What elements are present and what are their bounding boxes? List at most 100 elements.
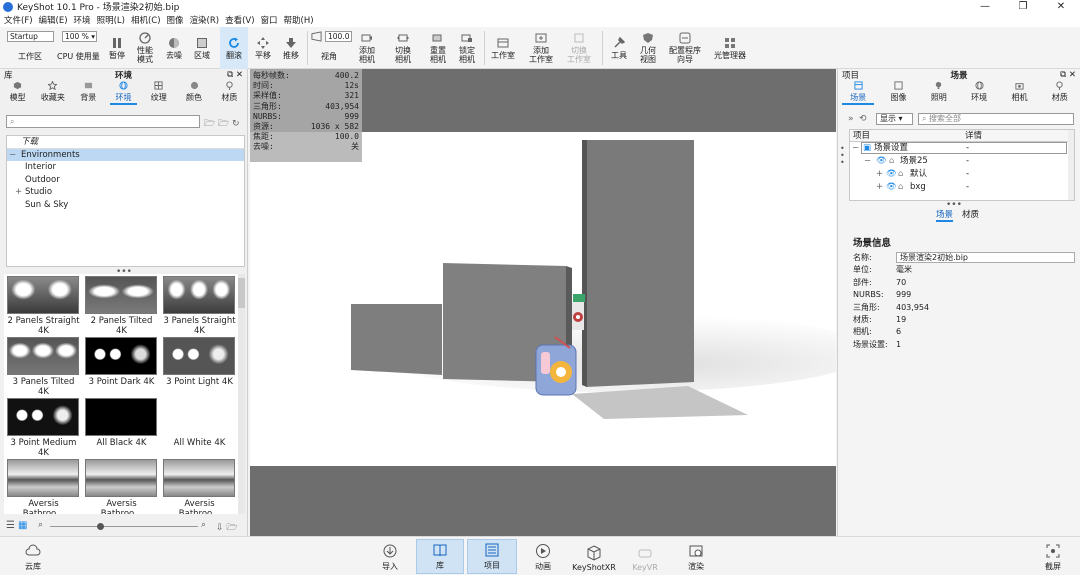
keyshotxr-button[interactable]: KeyShotXR	[572, 539, 616, 574]
switch-camera-button[interactable]: 切换 相机	[385, 27, 421, 69]
menu-image[interactable]: 图像	[167, 14, 184, 26]
menu-edit[interactable]: 编辑(E)	[39, 14, 68, 26]
thumb-aversis-bathroom-3[interactable]: Aversis Bathroo...	[163, 459, 236, 514]
menu-help[interactable]: 帮助(H)	[284, 14, 314, 26]
geometry-view-button[interactable]: 几何 视图	[635, 27, 661, 69]
maximize-button[interactable]: ❐	[1004, 0, 1042, 13]
minimize-button[interactable]: —	[966, 0, 1004, 13]
tree-outdoor[interactable]: Outdoor	[7, 174, 244, 187]
pan-button[interactable]: 平移	[250, 27, 276, 69]
add-studio-button[interactable]: 添加 工作室	[525, 27, 557, 69]
thumb-3-panels-straight[interactable]: 3 Panels Straight 4K	[163, 276, 236, 336]
tab-camera[interactable]: 相机	[999, 81, 1039, 105]
thumb-aversis-bathroom-1[interactable]: Aversis Bathroo...	[7, 459, 80, 514]
scene-tree-scrollbar[interactable]	[1068, 130, 1074, 200]
menu-render[interactable]: 渲染(R)	[190, 14, 220, 26]
menu-view[interactable]: 查看(V)	[225, 14, 254, 26]
menu-window[interactable]: 窗口	[261, 14, 278, 26]
tree-item-bxg[interactable]: + 👁 ⌂ bxg -	[850, 181, 1074, 194]
tree-studio[interactable]: + Studio	[7, 186, 244, 199]
close-button[interactable]: ✕	[1042, 0, 1080, 13]
tab-colors[interactable]: 颜色	[176, 81, 211, 105]
lock-camera-button[interactable]: 锁定 相机	[454, 27, 480, 69]
cpu-usage-select[interactable]: 100 % ▾	[62, 31, 97, 42]
tree-downloads[interactable]: 下载	[7, 136, 244, 149]
tree-item-default[interactable]: + 👁 ⌂ 默认 -	[850, 168, 1074, 181]
menu-environment[interactable]: 环境	[74, 14, 91, 26]
folder-actions-icon[interactable]: 🗁 🗁 ↻	[204, 116, 240, 132]
thumbnail-scrollbar[interactable]	[238, 274, 245, 514]
add-camera-button[interactable]: 添加 相机	[354, 27, 380, 69]
menu-camera[interactable]: 相机(C)	[131, 14, 161, 26]
render-viewport[interactable]: 每秒帧数: 400.2 时间: 12s 采样值: 321 三角形: 403,954 NU…	[250, 69, 836, 536]
thumb-3-point-light[interactable]: 3 Point Light 4K	[163, 337, 236, 387]
thumb-aversis-bathroom-2[interactable]: Aversis Bathroo...	[85, 459, 158, 514]
scene-tree-tools-icon[interactable]: ⟲	[859, 114, 867, 124]
download-icon[interactable]: ⇩ 🗁	[216, 520, 238, 536]
tools-button[interactable]: 工具	[607, 27, 631, 69]
cloud-library-button[interactable]: 云库	[18, 539, 48, 574]
performance-mode-button[interactable]: 性能 模式	[132, 27, 158, 69]
render-canvas[interactable]	[250, 132, 836, 466]
grid-view-icon[interactable]: ▦	[18, 520, 27, 531]
tab-material[interactable]: 材质	[1040, 81, 1080, 105]
tab-lighting[interactable]: 照明	[919, 81, 959, 105]
zoom-out-icon[interactable]: ⌕	[38, 520, 43, 530]
tab-environment[interactable]: 环境	[959, 81, 999, 105]
subtab-material[interactable]: 材质	[962, 208, 979, 220]
tree-item-scene25[interactable]: − 👁 ⌂ 场景25 -	[850, 155, 1074, 168]
zoom-in-icon[interactable]: ⌕	[201, 520, 206, 530]
tree-sun-sky[interactable]: Sun & Sky	[7, 199, 244, 212]
tree-item-scene-settings[interactable]: − ▣ 场景设置 -	[850, 142, 1074, 155]
denoise-button[interactable]: 去噪	[161, 27, 187, 69]
light-manager-button[interactable]: 光管理器	[710, 27, 750, 69]
tab-models[interactable]: 模型	[0, 81, 35, 105]
thumb-all-black[interactable]: All Black 4K	[85, 398, 158, 448]
eye-icon[interactable]: 👁	[886, 168, 897, 181]
dolly-button[interactable]: 推移	[278, 27, 304, 69]
show-filter-select[interactable]: 显示 ▾	[876, 113, 913, 125]
studio-button[interactable]: 工作室	[488, 27, 518, 69]
fov-input[interactable]: 100.0	[325, 31, 352, 42]
tab-environments[interactable]: 环境	[106, 81, 141, 105]
library-button[interactable]: 库	[416, 539, 464, 574]
eye-icon[interactable]: 👁	[876, 155, 887, 168]
eye-icon[interactable]: 👁	[886, 181, 897, 194]
switch-studio-button[interactable]: 切换 工作室	[563, 27, 595, 69]
tab-backplates[interactable]: 背景	[71, 81, 106, 105]
screenshot-button[interactable]: 截屏	[1038, 539, 1068, 574]
workspace-select[interactable]: Startup	[7, 31, 54, 42]
collapse-icon[interactable]: −	[9, 149, 16, 162]
subtab-scene[interactable]: 场景	[936, 208, 954, 222]
render-button[interactable]: 渲染	[682, 539, 710, 574]
menu-lighting[interactable]: 照明(L)	[97, 14, 125, 26]
thumb-2-panels-straight[interactable]: 2 Panels Straight 4K	[7, 276, 80, 336]
thumb-3-point-dark[interactable]: 3 Point Dark 4K	[85, 337, 158, 387]
scene-name-field[interactable]: 场景渲染2初始.bip	[896, 252, 1075, 263]
tab-image[interactable]: 图像	[878, 81, 918, 105]
animation-button[interactable]: 动画	[529, 539, 557, 574]
configurator-wizard-button[interactable]: 配置程序 向导	[665, 27, 705, 69]
panel-float-close-icon[interactable]: ⧉ ✕	[1060, 70, 1076, 80]
tab-materials[interactable]: 材质	[212, 81, 247, 105]
thumb-3-panels-tilted[interactable]: 3 Panels Tilted 4K	[7, 337, 80, 397]
tab-scene[interactable]: 场景	[838, 81, 878, 105]
reset-camera-button[interactable]: 重置 相机	[425, 27, 451, 69]
tab-favorites[interactable]: 收藏夹	[35, 81, 70, 105]
menu-file[interactable]: 文件(F)	[4, 14, 33, 26]
side-handle[interactable]: • • •	[840, 145, 845, 167]
project-button[interactable]: 项目	[467, 539, 517, 574]
tree-interior[interactable]: Interior	[7, 161, 244, 174]
tree-environments[interactable]: − Environments	[7, 148, 244, 162]
scene-search-input[interactable]: ⌕ 搜索全部	[918, 113, 1074, 125]
expand-icon[interactable]: +	[15, 186, 22, 199]
tumble-button[interactable]: 翻滚	[220, 27, 248, 69]
slider-handle[interactable]	[97, 523, 104, 530]
import-button[interactable]: 导入	[375, 539, 405, 574]
list-view-icon[interactable]: ☰	[6, 520, 15, 531]
keyvr-button[interactable]: KeyVR	[630, 539, 660, 574]
thumb-2-panels-tilted[interactable]: 2 Panels Tilted 4K	[85, 276, 158, 336]
region-button[interactable]: 区域	[189, 27, 215, 69]
thumbnail-size-slider[interactable]	[50, 526, 198, 527]
thumb-all-white[interactable]: All White 4K	[163, 398, 236, 448]
